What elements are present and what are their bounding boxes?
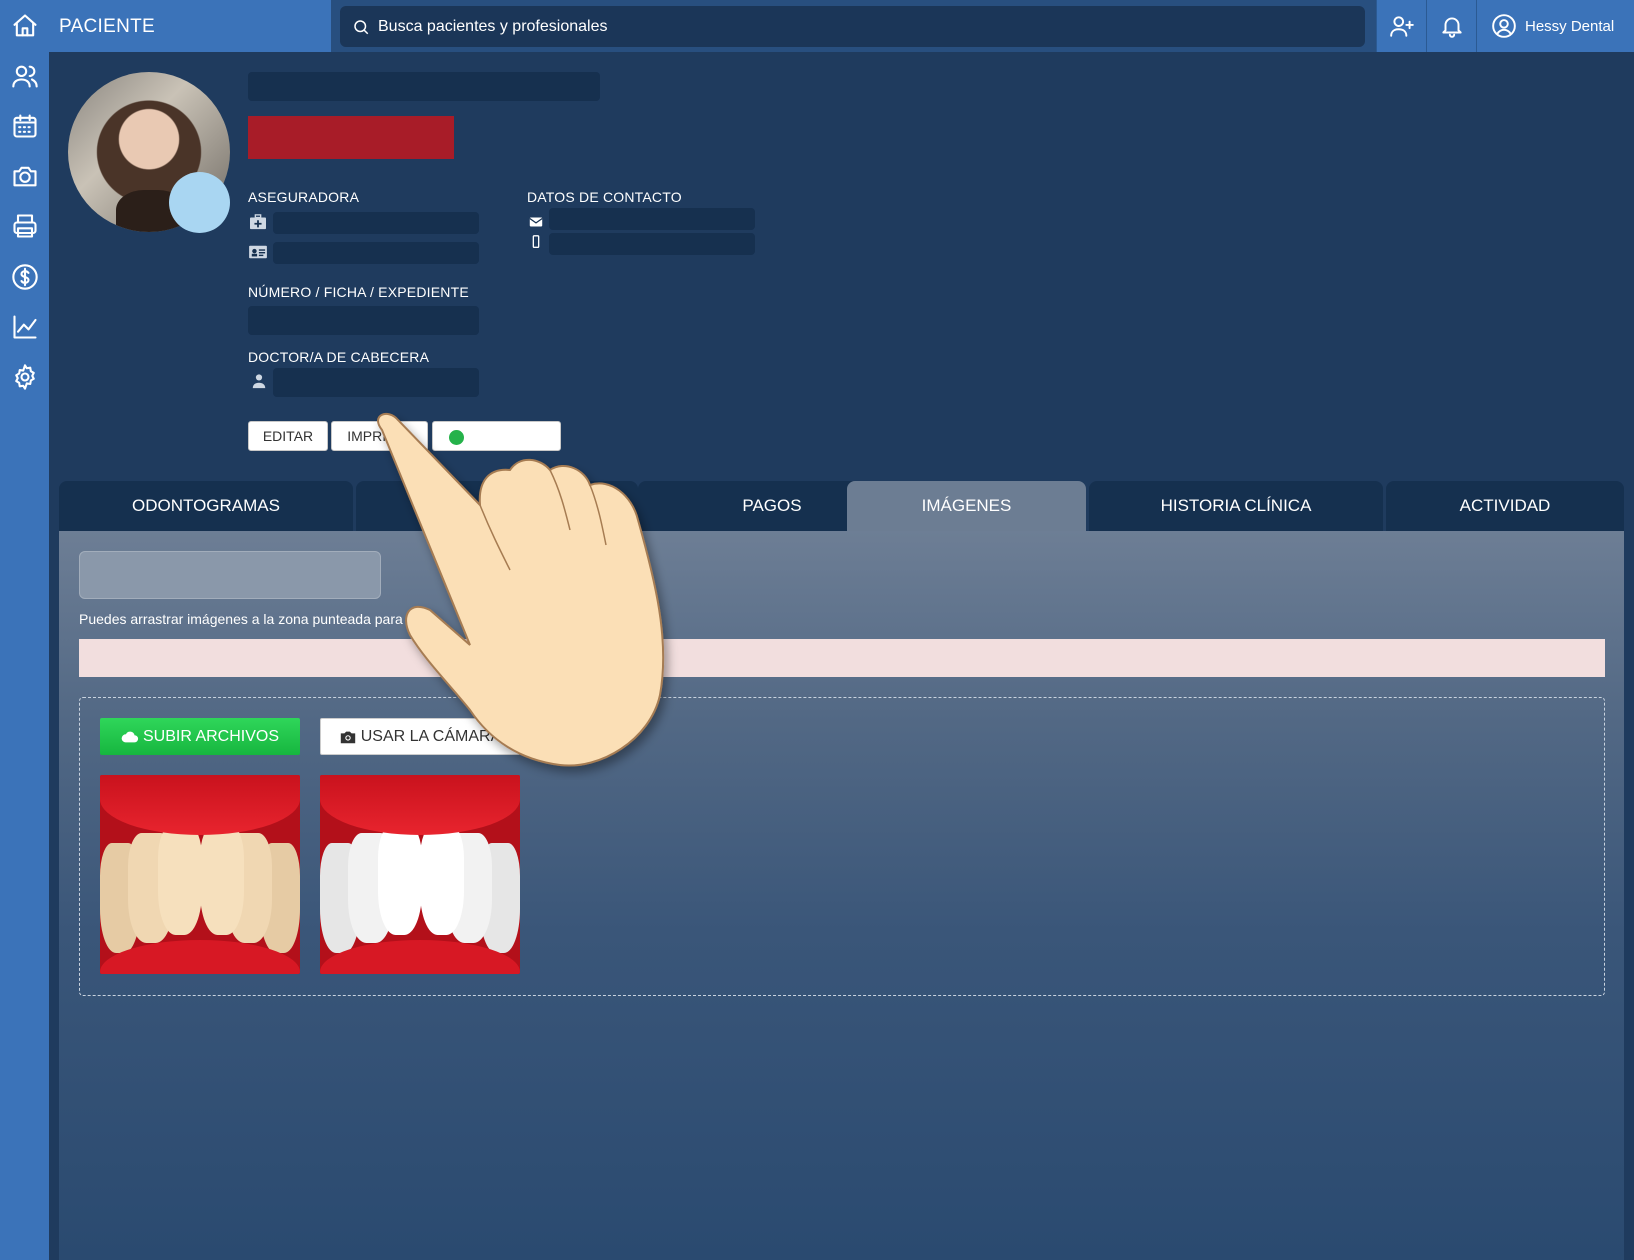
tab-odontograms[interactable]: ODONTOGRAMAS bbox=[59, 481, 353, 531]
add-user-icon bbox=[1389, 16, 1414, 37]
phone-redacted bbox=[549, 233, 755, 255]
doctor-label: DOCTOR/A DE CABECERA bbox=[248, 349, 430, 365]
image-dropzone[interactable]: SUBIR ARCHIVOS USAR LA CÁMARA bbox=[79, 697, 1605, 996]
search-icon bbox=[354, 19, 369, 34]
insurer-value-redacted bbox=[273, 212, 479, 234]
record-number-redacted bbox=[248, 306, 479, 335]
patient-alert-block bbox=[248, 116, 454, 159]
image-thumbnail[interactable] bbox=[100, 775, 300, 974]
sidebar-item-stats[interactable] bbox=[0, 303, 49, 351]
print-button[interactable]: IMPRIMIR bbox=[331, 421, 428, 451]
whatsapp-icon bbox=[449, 430, 464, 445]
envelope-icon bbox=[526, 213, 546, 231]
tab-clinical-history[interactable]: HISTORIA CLÍNICA bbox=[1089, 481, 1383, 531]
use-camera-label: USAR LA CÁMARA bbox=[360, 727, 502, 745]
users-icon bbox=[11, 65, 38, 88]
upload-files-button[interactable]: SUBIR ARCHIVOS bbox=[100, 718, 300, 755]
add-patient-button[interactable] bbox=[1376, 0, 1426, 52]
sidebar bbox=[0, 0, 49, 1260]
user-menu[interactable]: Hessy Dental bbox=[1476, 0, 1634, 52]
tab-images[interactable]: IMÁGENES bbox=[847, 481, 1086, 531]
image-thumbnail[interactable] bbox=[320, 775, 520, 974]
dollar-icon bbox=[11, 264, 38, 290]
search-area bbox=[331, 0, 1376, 52]
top-bar: PACIENTE Hessy Dental bbox=[49, 0, 1634, 52]
printer-icon bbox=[12, 214, 37, 238]
search-input[interactable] bbox=[378, 17, 1278, 36]
camera-icon bbox=[12, 166, 37, 187]
sidebar-item-payments[interactable] bbox=[0, 253, 49, 301]
edit-button[interactable]: EDITAR bbox=[248, 421, 328, 451]
page-title: PACIENTE bbox=[59, 16, 156, 37]
tab-activity[interactable]: ACTIVIDAD bbox=[1386, 481, 1624, 531]
sidebar-item-print[interactable] bbox=[0, 202, 49, 250]
avatar-status-badge[interactable] bbox=[169, 172, 230, 233]
patient-name-redacted bbox=[248, 72, 600, 101]
image-filter-input[interactable] bbox=[79, 551, 381, 599]
search-box[interactable] bbox=[340, 6, 1365, 47]
record-number-label: NÚMERO / FICHA / EXPEDIENTE bbox=[248, 284, 469, 300]
chart-icon bbox=[12, 315, 37, 339]
sidebar-item-calendar[interactable] bbox=[0, 102, 49, 150]
insurance-id-redacted bbox=[273, 242, 479, 264]
sidebar-item-patients[interactable] bbox=[0, 52, 49, 100]
calendar-icon bbox=[12, 114, 37, 138]
use-camera-button[interactable]: USAR LA CÁMARA bbox=[320, 718, 520, 755]
email-redacted bbox=[549, 208, 755, 230]
whatsapp-button[interactable] bbox=[432, 421, 561, 451]
user-circle-icon bbox=[1492, 14, 1516, 38]
doctor-redacted bbox=[273, 368, 479, 397]
upload-files-label: SUBIR ARCHIVOS bbox=[142, 727, 280, 745]
info-alert-bar bbox=[79, 639, 1605, 677]
sidebar-item-settings[interactable] bbox=[0, 353, 49, 401]
id-card-icon bbox=[248, 243, 268, 261]
doctor-icon bbox=[249, 372, 269, 390]
sidebar-item-home[interactable] bbox=[0, 2, 49, 50]
insurer-label: ASEGURADORA bbox=[248, 189, 360, 205]
tab-hidden[interactable] bbox=[356, 481, 638, 531]
notifications-button[interactable] bbox=[1426, 0, 1476, 52]
user-name: Hessy Dental bbox=[1525, 17, 1615, 35]
contact-label: DATOS DE CONTACTO bbox=[527, 189, 682, 205]
cloud-icon bbox=[121, 731, 139, 742]
medical-kit-icon bbox=[248, 213, 268, 231]
gear-icon bbox=[14, 364, 35, 390]
bell-icon bbox=[1441, 17, 1462, 38]
mobile-icon bbox=[526, 233, 546, 251]
sidebar-item-camera[interactable] bbox=[0, 152, 49, 200]
images-panel: Puedes arrastrar imágenes a la zona punt… bbox=[59, 531, 1624, 1260]
patient-tabs: ODONTOGRAMAS PAGOS IMÁGENES HISTORIA CLÍ… bbox=[59, 481, 1624, 531]
drag-hint: Puedes arrastrar imágenes a la zona punt… bbox=[79, 611, 437, 627]
camera-icon bbox=[340, 731, 355, 743]
home-icon bbox=[12, 14, 37, 37]
